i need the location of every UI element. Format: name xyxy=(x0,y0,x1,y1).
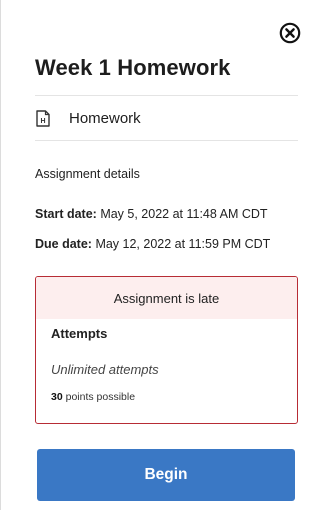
assignment-panel: Week 1 Homework H Homework Assignment de… xyxy=(0,0,311,510)
due-date-label: Due date: xyxy=(35,237,92,251)
assignment-type-label: Homework xyxy=(69,109,141,127)
attempts-heading: Attempts xyxy=(51,326,108,341)
assignment-type: H Homework xyxy=(35,106,141,130)
late-status-box: Assignment is late Attempts Unlimited at… xyxy=(35,276,298,424)
due-date: Due date: May 12, 2022 at 11:59 PM CDT xyxy=(35,237,270,251)
points-suffix: points possible xyxy=(65,391,136,403)
assignment-title: Week 1 Homework xyxy=(35,55,231,80)
start-date: Start date: May 5, 2022 at 11:48 AM CDT xyxy=(35,207,268,221)
points-value: 30 xyxy=(51,391,63,403)
late-banner: Assignment is late xyxy=(36,277,297,319)
circle-x-icon xyxy=(279,22,301,44)
due-date-value: May 12, 2022 at 11:59 PM CDT xyxy=(95,237,271,251)
divider xyxy=(35,140,298,141)
homework-document-icon: H xyxy=(36,109,50,127)
start-date-label: Start date: xyxy=(35,207,97,221)
points-possible: 30 points possible xyxy=(51,391,135,403)
details-heading: Assignment details xyxy=(35,167,140,181)
close-button[interactable] xyxy=(279,22,301,44)
begin-button[interactable]: Begin xyxy=(37,449,295,501)
divider xyxy=(35,95,298,96)
svg-text:H: H xyxy=(40,117,45,124)
attempts-value: Unlimited attempts xyxy=(51,362,159,377)
start-date-value: May 5, 2022 at 11:48 AM CDT xyxy=(100,207,268,221)
